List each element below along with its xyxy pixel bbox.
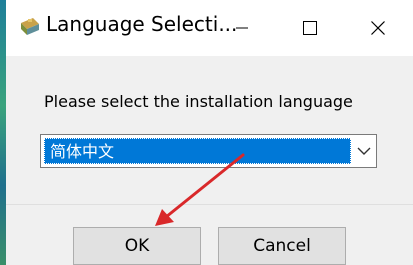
installer-app-icon: [21, 18, 39, 35]
window-title: Language Selecti...: [46, 12, 238, 36]
dialog-body: Please select the installation language …: [6, 56, 413, 265]
select-language-prompt: Please select the installation language: [44, 92, 353, 111]
title-bar[interactable]: Language Selecti...: [6, 0, 413, 56]
language-dropdown[interactable]: 简体中文: [40, 134, 377, 168]
ok-button[interactable]: OK: [73, 227, 201, 265]
maximize-button[interactable]: [281, 0, 339, 56]
selected-language-value[interactable]: 简体中文: [44, 138, 351, 164]
maximize-icon: [303, 21, 317, 35]
close-button[interactable]: [349, 0, 407, 56]
chevron-down-icon: [357, 147, 370, 155]
close-icon: [371, 21, 385, 35]
language-selection-dialog: Language Selecti... Please select the in…: [6, 0, 413, 265]
minimize-button[interactable]: [213, 0, 271, 56]
dropdown-toggle[interactable]: [351, 135, 376, 167]
minimize-icon: [236, 27, 248, 29]
footer-divider: [6, 204, 413, 205]
cancel-button[interactable]: Cancel: [218, 227, 346, 265]
